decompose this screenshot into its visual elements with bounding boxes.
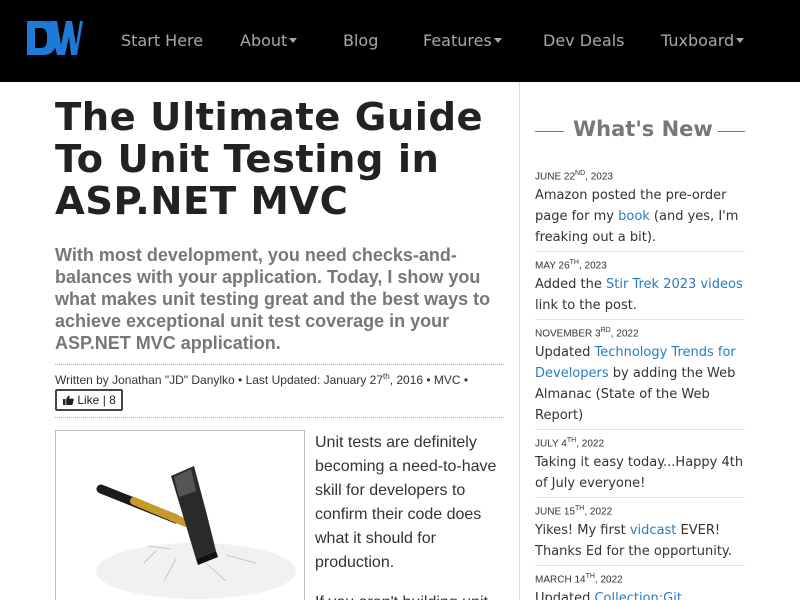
meta-divider-bottom: [55, 417, 504, 418]
news-divider: [535, 429, 745, 430]
nav-start-here[interactable]: Start Here: [121, 31, 203, 50]
meta-divider-top: [55, 364, 504, 365]
news-text: Updated Technology Trends for Developers…: [535, 345, 736, 424]
caret-down-icon: [736, 37, 745, 43]
meta-tail: , 2016 • MVC •: [389, 373, 469, 387]
article-body-paragraph: Unit tests are definitely becoming a nee…: [315, 434, 497, 571]
article-body-paragraph-2: If you aren't building unit: [315, 591, 510, 600]
thumbs-up-icon: [63, 395, 74, 405]
news-item: MARCH 14TH, 2022 Updated Collection:Git …: [535, 573, 745, 600]
news-divider: [535, 565, 745, 566]
news-text: Yikes! My first vidcast EVER! Thanks Ed …: [535, 523, 732, 560]
article-title: The Ultimate Guide To Unit Testing in AS…: [55, 95, 484, 224]
news-date: JUNE 22ND, 2023: [535, 170, 613, 183]
heading-rule-right: [718, 131, 745, 132]
nav-blog[interactable]: Blog: [343, 31, 378, 50]
news-link-stir-trek[interactable]: Stir Trek 2023 videos: [606, 277, 743, 292]
hammer-image: [55, 430, 305, 600]
news-item: JUNE 22ND, 2023 Amazon posted the pre-or…: [535, 170, 745, 248]
news-link-book[interactable]: book: [618, 209, 650, 224]
news-text: Added the Stir Trek 2023 videos link to …: [535, 277, 743, 314]
news-date: JUNE 15TH, 2022: [535, 505, 613, 518]
news-date: MAY 26TH, 2023: [535, 259, 607, 272]
like-button[interactable]: Like | 8: [55, 389, 123, 411]
news-date: NOVEMBER 3RD, 2022: [535, 327, 639, 340]
news-date: JULY 4TH, 2022: [535, 437, 605, 450]
like-count: Like | 8: [77, 393, 116, 407]
news-item: NOVEMBER 3RD, 2022 Updated Technology Tr…: [535, 327, 745, 426]
news-text: Amazon posted the pre-order page for my …: [535, 188, 739, 246]
news-item: JULY 4TH, 2022 Taking it easy today...Ha…: [535, 437, 745, 494]
news-divider: [535, 251, 745, 252]
news-text: Taking it easy today...Happy 4th of July…: [535, 455, 744, 492]
caret-down-icon: [493, 37, 502, 43]
nav-features[interactable]: Features: [423, 31, 502, 50]
news-divider: [535, 319, 745, 320]
whats-new-heading: What's New: [573, 117, 713, 141]
article-meta: Written by Jonathan "JD" Danylko • Last …: [55, 372, 468, 387]
top-navbar: Start Here About Blog Features Dev Deals…: [0, 0, 800, 82]
news-text: Updated Collection:Git Resources: [535, 588, 745, 600]
meta-date-suffix: th: [383, 372, 390, 381]
news-link-vidcast[interactable]: vidcast: [630, 523, 677, 538]
news-item: JUNE 15TH, 2022 Yikes! My first vidcast …: [535, 505, 745, 562]
news-item: MAY 26TH, 2023 Added the Stir Trek 2023 …: [535, 259, 745, 316]
heading-rule-left: [535, 131, 564, 132]
news-date: MARCH 14TH, 2022: [535, 573, 623, 586]
nav-dev-deals[interactable]: Dev Deals: [543, 31, 624, 50]
news-divider: [535, 497, 745, 498]
meta-author-date: Written by Jonathan "JD" Danylko • Last …: [55, 373, 384, 387]
article-subtitle: With most development, you need checks-a…: [55, 245, 491, 353]
dw-logo[interactable]: [25, 19, 83, 57]
nav-about[interactable]: About: [240, 31, 298, 50]
whats-new-heading-wrap: What's New: [535, 117, 745, 147]
sidebar-divider: [519, 82, 520, 600]
nav-tuxboard[interactable]: Tuxboard: [661, 31, 745, 50]
caret-down-icon: [289, 37, 298, 43]
